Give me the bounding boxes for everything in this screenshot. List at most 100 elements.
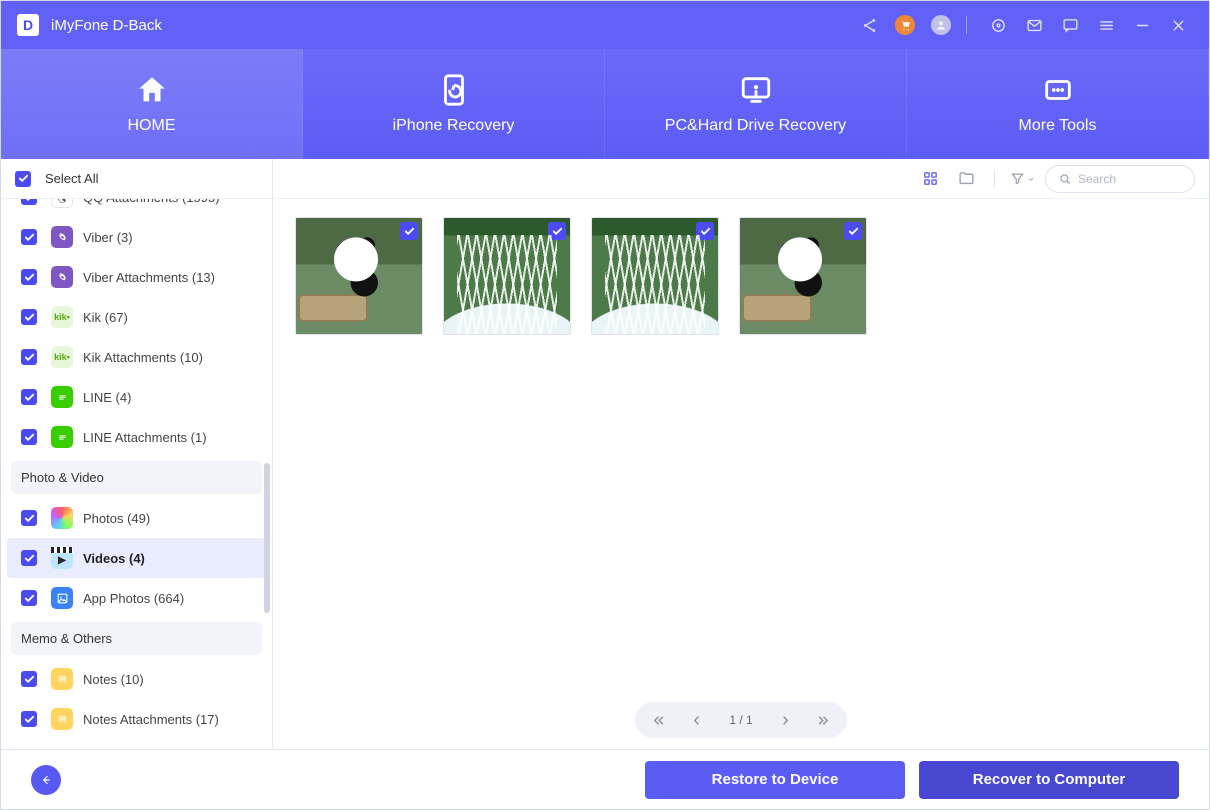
select-all-row[interactable]: Select All — [1, 159, 272, 199]
tab-label: iPhone Recovery — [393, 117, 515, 135]
search-input[interactable] — [1078, 172, 1174, 186]
select-all-checkbox[interactable] — [15, 171, 31, 187]
item-checkbox[interactable] — [21, 389, 37, 405]
item-checkbox[interactable] — [21, 309, 37, 325]
kik-icon: kik• — [51, 306, 73, 328]
sidebar-item[interactable]: Notes (10) — [1, 659, 272, 699]
qq-icon: 🐧 — [51, 199, 73, 208]
footer: Restore to Device Recover to Computer — [1, 749, 1209, 809]
kik-icon: kik• — [51, 346, 73, 368]
scrollbar-thumb[interactable] — [264, 463, 270, 613]
thumb-checkbox[interactable] — [696, 222, 714, 240]
video-thumbnail[interactable] — [739, 217, 867, 335]
viber-icon — [51, 226, 73, 248]
tab-label: PC&Hard Drive Recovery — [665, 117, 846, 135]
content-toolbar — [273, 159, 1209, 199]
notesatt-icon — [51, 708, 73, 730]
video-thumbnail[interactable] — [443, 217, 571, 335]
item-label: Videos (4) — [83, 551, 145, 566]
app-title: iMyFone D-Back — [51, 17, 162, 34]
grid-view-icon[interactable] — [916, 165, 944, 193]
folder-view-icon[interactable] — [952, 165, 980, 193]
item-label: App Photos (664) — [83, 591, 184, 606]
item-checkbox[interactable] — [21, 510, 37, 526]
app-logo: D — [17, 14, 39, 36]
item-label: Viber Attachments (13) — [83, 270, 215, 285]
pager-label: 1 / 1 — [723, 713, 758, 727]
video-thumbnail[interactable] — [295, 217, 423, 335]
notes-icon — [51, 668, 73, 690]
tab-label: More Tools — [1019, 117, 1097, 135]
restore-to-device-button[interactable]: Restore to Device — [645, 761, 905, 799]
search-icon — [1058, 172, 1072, 186]
sidebar-item[interactable]: App Photos (664) — [1, 578, 272, 618]
tab-iphone-recovery[interactable]: iPhone Recovery — [303, 49, 605, 159]
thumbnail-grid — [273, 199, 1209, 691]
sidebar-group-header: Photo & Video — [11, 461, 262, 494]
item-label: QQ Attachments (1595) — [83, 199, 220, 205]
item-checkbox[interactable] — [21, 671, 37, 687]
select-all-label: Select All — [45, 171, 98, 186]
content-area: 1 / 1 — [273, 159, 1209, 749]
sidebar-item[interactable]: Photos (49) — [1, 498, 272, 538]
tab-label: HOME — [128, 117, 176, 135]
avatar-icon[interactable] — [926, 10, 956, 40]
app-window: D iMyFone D-Back HOME iPhone Recovery PC… — [0, 0, 1210, 810]
minimize-icon[interactable] — [1127, 10, 1157, 40]
filter-icon[interactable] — [1009, 165, 1037, 193]
sidebar-item[interactable]: LINE Attachments (1) — [1, 417, 272, 457]
tab-more-tools[interactable]: More Tools — [907, 49, 1209, 159]
app-icon — [51, 587, 73, 609]
video-thumbnail[interactable] — [591, 217, 719, 335]
sidebar-scroll[interactable]: 🐧 QQ Attachments (1595) Viber (3) Viber Att… — [1, 199, 272, 749]
item-checkbox[interactable] — [21, 429, 37, 445]
back-button[interactable] — [31, 765, 61, 795]
recover-to-computer-button[interactable]: Recover to Computer — [919, 761, 1179, 799]
item-checkbox[interactable] — [21, 349, 37, 365]
sidebar-item[interactable]: Notes Attachments (17) — [1, 699, 272, 739]
pager-last-icon[interactable] — [813, 709, 835, 731]
share-icon[interactable] — [854, 10, 884, 40]
sidebar-item[interactable]: ▶Videos (4) — [7, 538, 266, 578]
pager: 1 / 1 — [273, 691, 1209, 749]
main-tabs: HOME iPhone Recovery PC&Hard Drive Recov… — [1, 49, 1209, 159]
line-icon — [51, 426, 73, 448]
item-label: Viber (3) — [83, 230, 133, 245]
feedback-icon[interactable] — [1055, 10, 1085, 40]
tab-pc-recovery[interactable]: PC&Hard Drive Recovery — [605, 49, 907, 159]
settings-icon[interactable] — [983, 10, 1013, 40]
photos-icon — [51, 507, 73, 529]
menu-icon[interactable] — [1091, 10, 1121, 40]
item-checkbox[interactable] — [21, 550, 37, 566]
thumb-checkbox[interactable] — [400, 222, 418, 240]
tab-home[interactable]: HOME — [1, 49, 303, 159]
drive-icon — [739, 73, 773, 107]
item-label: LINE Attachments (1) — [83, 430, 207, 445]
sidebar: Select All 🐧 QQ Attachments (1595) Viber (… — [1, 159, 273, 749]
item-label: Notes (10) — [83, 672, 144, 687]
line-icon — [51, 386, 73, 408]
pager-next-icon[interactable] — [775, 709, 797, 731]
sidebar-item[interactable]: LINE (4) — [1, 377, 272, 417]
close-icon[interactable] — [1163, 10, 1193, 40]
sidebar-item[interactable]: Viber (3) — [1, 217, 272, 257]
thumb-checkbox[interactable] — [844, 222, 862, 240]
sidebar-item[interactable]: Viber Attachments (13) — [1, 257, 272, 297]
sidebar-item[interactable]: kik• Kik (67) — [1, 297, 272, 337]
pager-first-icon[interactable] — [647, 709, 669, 731]
sidebar-item[interactable]: 🐧 QQ Attachments (1595) — [1, 199, 272, 217]
mail-icon[interactable] — [1019, 10, 1049, 40]
item-checkbox[interactable] — [21, 199, 37, 205]
item-checkbox[interactable] — [21, 711, 37, 727]
sidebar-group-header: Memo & Others — [11, 622, 262, 655]
item-label: Kik (67) — [83, 310, 128, 325]
sidebar-item[interactable]: kik•Kik Attachments (10) — [1, 337, 272, 377]
item-checkbox[interactable] — [21, 590, 37, 606]
search-box[interactable] — [1045, 165, 1195, 193]
item-checkbox[interactable] — [21, 269, 37, 285]
viber-icon — [51, 266, 73, 288]
item-checkbox[interactable] — [21, 229, 37, 245]
thumb-checkbox[interactable] — [548, 222, 566, 240]
cart-icon[interactable] — [890, 10, 920, 40]
pager-prev-icon[interactable] — [685, 709, 707, 731]
